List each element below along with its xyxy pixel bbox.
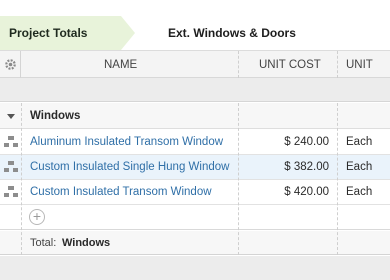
add-item-button[interactable]: + <box>29 209 45 225</box>
hierarchy-icon <box>4 161 18 172</box>
group-label: Windows <box>30 110 81 122</box>
table-row[interactable]: Aluminum Insulated Transom Window $ 240.… <box>0 130 390 155</box>
column-divider <box>238 51 239 78</box>
item-name-link[interactable]: Custom Insulated Single Hung Window <box>30 161 229 173</box>
table-spacer <box>0 78 390 102</box>
breadcrumb-item-ext-windows-doors[interactable]: Ext. Windows & Doors <box>168 26 296 40</box>
column-settings-button[interactable] <box>0 51 21 78</box>
footer-bar <box>0 256 390 280</box>
item-name-link[interactable]: Aluminum Insulated Transom Window <box>30 136 223 148</box>
total-prefix: Total: <box>30 237 57 249</box>
column-divider <box>238 103 239 255</box>
item-name-link[interactable]: Custom Insulated Transom Window <box>30 186 212 198</box>
breadcrumb: Project Totals Ext. Windows & Doors <box>0 0 390 50</box>
column-divider <box>337 51 338 78</box>
item-unit: Each <box>346 161 373 173</box>
group-total-row: Total: Windows <box>0 231 390 255</box>
add-item-row: + <box>0 205 390 230</box>
item-unit: Each <box>346 136 373 148</box>
hierarchy-icon <box>4 136 18 147</box>
hierarchy-icon <box>4 186 18 197</box>
breadcrumb-label: Project Totals <box>9 26 88 40</box>
group-row-windows[interactable]: Windows <box>0 103 390 129</box>
breadcrumb-item-project-totals[interactable]: Project Totals <box>0 16 135 50</box>
column-divider <box>337 103 338 255</box>
column-header-name[interactable]: NAME <box>104 51 137 78</box>
item-unit-cost: $ 240.00 <box>284 136 329 148</box>
table-header: NAME UNIT COST UNIT <box>0 50 390 78</box>
column-header-unit-cost[interactable]: UNIT COST <box>259 51 321 78</box>
column-header-unit[interactable]: UNIT <box>346 51 373 78</box>
gear-icon <box>5 59 16 70</box>
column-divider <box>21 103 22 255</box>
table-row[interactable]: Custom Insulated Transom Window $ 420.00… <box>0 180 390 205</box>
collapse-triangle-icon[interactable] <box>7 114 15 119</box>
total-label: Windows <box>62 237 111 249</box>
item-unit: Each <box>346 186 373 198</box>
item-unit-cost: $ 382.00 <box>284 161 329 173</box>
table-row[interactable]: Custom Insulated Single Hung Window $ 38… <box>0 155 390 180</box>
item-unit-cost: $ 420.00 <box>284 186 329 198</box>
